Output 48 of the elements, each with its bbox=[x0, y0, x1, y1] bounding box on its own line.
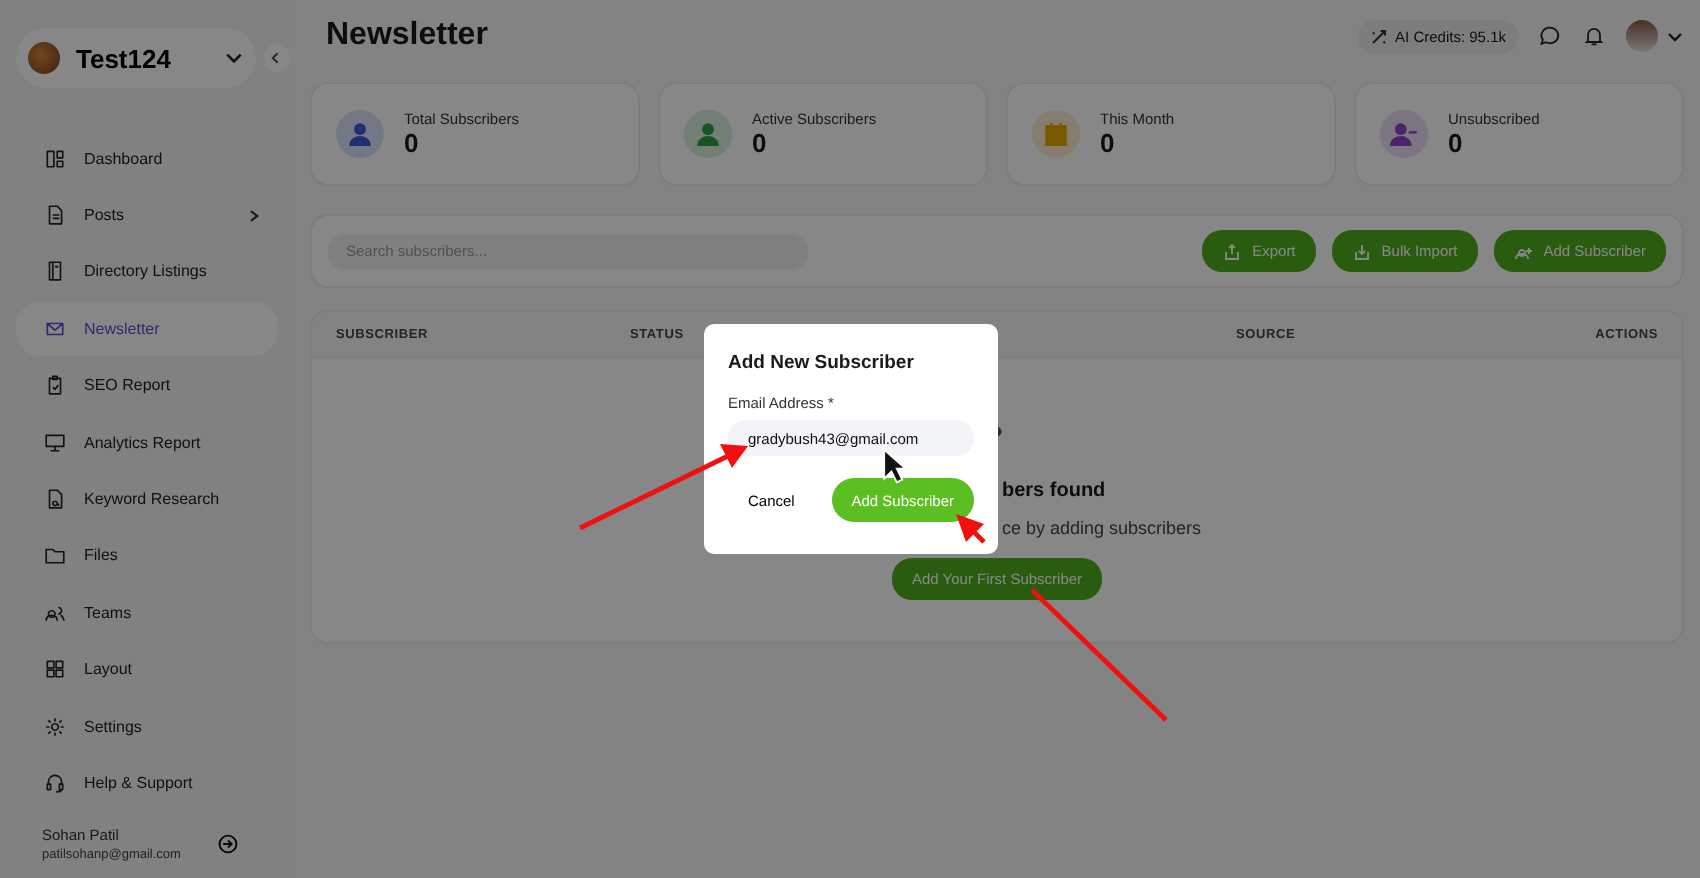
sidebar-item[interactable]: Posts bbox=[16, 188, 278, 242]
mail-icon bbox=[44, 317, 66, 340]
avatar[interactable] bbox=[1626, 20, 1658, 52]
sidebar-item[interactable]: Settings bbox=[16, 699, 278, 753]
chevron-down-icon[interactable] bbox=[1666, 27, 1684, 45]
headset-icon bbox=[44, 771, 66, 794]
folder-icon bbox=[44, 544, 66, 567]
sidebar-item[interactable]: Analytics Report bbox=[16, 415, 278, 469]
sidebar-item[interactable]: Layout bbox=[16, 643, 278, 696]
person-minus-icon bbox=[1390, 122, 1418, 146]
person-icon bbox=[694, 122, 722, 146]
sidebar-item[interactable]: Files bbox=[16, 529, 278, 583]
clipboard-icon bbox=[44, 374, 66, 397]
upload-icon bbox=[1222, 241, 1243, 261]
stat-value: 0 bbox=[1448, 128, 1465, 158]
empty-title: bers found bbox=[1002, 480, 1106, 502]
workspace-selector[interactable]: Test124 bbox=[16, 28, 256, 88]
bell-icon[interactable] bbox=[1582, 24, 1606, 48]
sidebar-item[interactable]: Directory Listings bbox=[16, 245, 278, 299]
chevron-down-icon bbox=[223, 48, 244, 68]
stat-value: 0 bbox=[752, 128, 769, 158]
calendar-icon bbox=[1042, 122, 1070, 146]
dialog-title: Add New Subscriber bbox=[728, 352, 916, 374]
collapse-button[interactable] bbox=[263, 44, 290, 72]
workspace-logo-icon bbox=[28, 42, 60, 74]
stat-value: 0 bbox=[1100, 128, 1117, 158]
sidebar-item[interactable]: Keyword Research bbox=[16, 472, 278, 526]
sparkle-icon bbox=[1369, 27, 1388, 45]
grid-icon bbox=[44, 658, 66, 681]
document-icon bbox=[44, 204, 66, 227]
sidebar-item[interactable]: Teams bbox=[16, 586, 278, 640]
logout-icon[interactable] bbox=[216, 832, 241, 856]
chat-icon[interactable] bbox=[1538, 24, 1562, 48]
sidebar-item[interactable]: Help & Support bbox=[16, 756, 278, 810]
layout-icon bbox=[44, 147, 66, 170]
stat-value: 0 bbox=[404, 128, 421, 158]
monitor-icon bbox=[44, 431, 66, 454]
book-icon bbox=[44, 260, 66, 283]
sidebar-item[interactable]: Newsletter bbox=[16, 302, 278, 356]
empty-text: ce by adding subscribers bbox=[1002, 518, 1202, 538]
page-title: Newsletter bbox=[326, 18, 488, 54]
person-icon bbox=[346, 122, 374, 146]
users-icon bbox=[44, 601, 66, 624]
sidebar-item[interactable]: Dashboard bbox=[16, 132, 278, 185]
search-document-icon bbox=[44, 488, 66, 511]
mouse-cursor-icon bbox=[882, 448, 908, 484]
download-icon bbox=[1351, 241, 1372, 261]
sidebar-item[interactable]: SEO Report bbox=[16, 359, 278, 412]
